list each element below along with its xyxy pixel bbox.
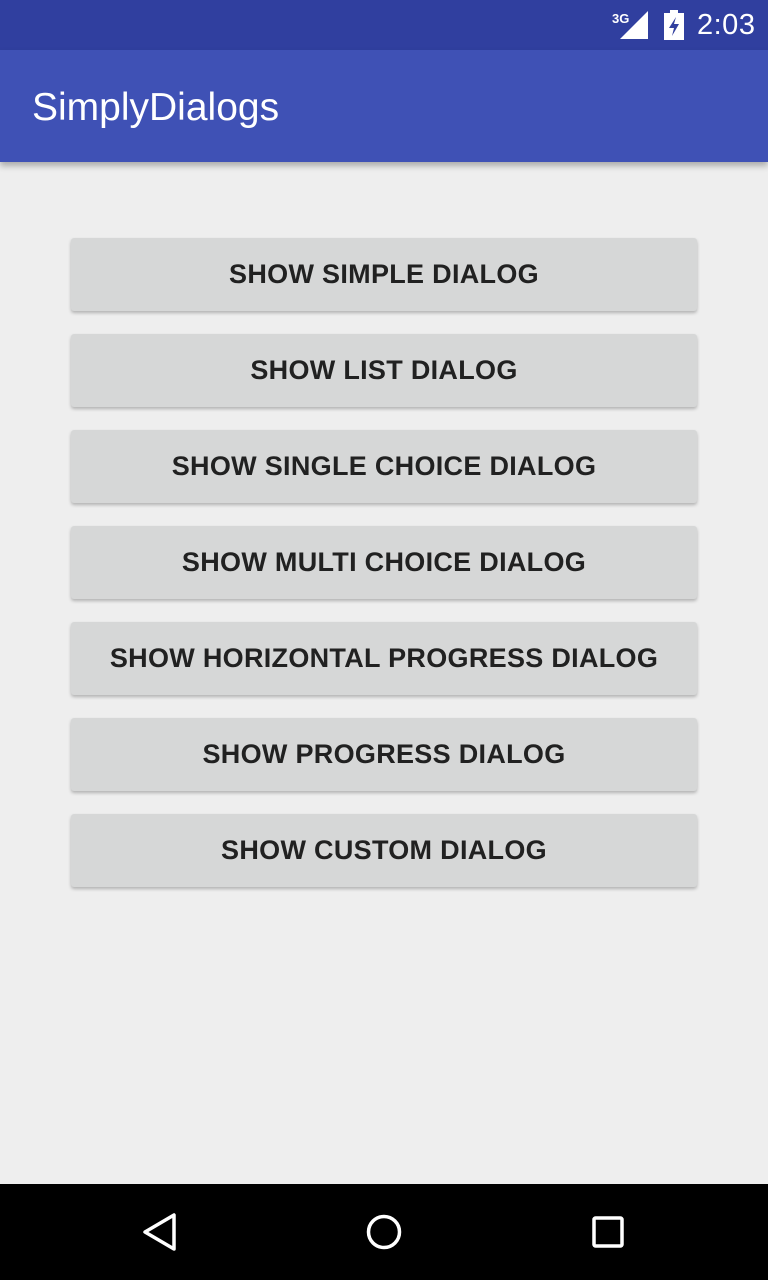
status-time: 2:03	[697, 9, 756, 41]
show-list-dialog-button[interactable]: SHOW LIST DIALOG	[71, 334, 697, 407]
show-progress-dialog-button[interactable]: SHOW PROGRESS DIALOG	[71, 718, 697, 791]
show-simple-dialog-button[interactable]: SHOW SIMPLE DIALOG	[71, 238, 697, 311]
show-custom-dialog-button[interactable]: SHOW CUSTOM DIALOG	[71, 814, 697, 887]
recents-icon[interactable]	[586, 1210, 630, 1254]
home-icon[interactable]	[362, 1210, 406, 1254]
app-bar: SimplyDialogs	[0, 50, 768, 162]
navigation-bar	[0, 1184, 768, 1280]
back-icon[interactable]	[138, 1210, 182, 1254]
show-multi-choice-dialog-button[interactable]: SHOW MULTI CHOICE DIALOG	[71, 526, 697, 599]
app-title: SimplyDialogs	[32, 86, 280, 129]
battery-charging-icon	[664, 10, 684, 40]
main-content: SHOW SIMPLE DIALOG SHOW LIST DIALOG SHOW…	[0, 162, 768, 1184]
show-horizontal-progress-dialog-button[interactable]: SHOW HORIZONTAL PROGRESS DIALOG	[71, 622, 697, 695]
signal-icon	[620, 11, 648, 39]
show-single-choice-dialog-button[interactable]: SHOW SINGLE CHOICE DIALOG	[71, 430, 697, 503]
status-bar: 3G 2:03	[0, 0, 768, 50]
